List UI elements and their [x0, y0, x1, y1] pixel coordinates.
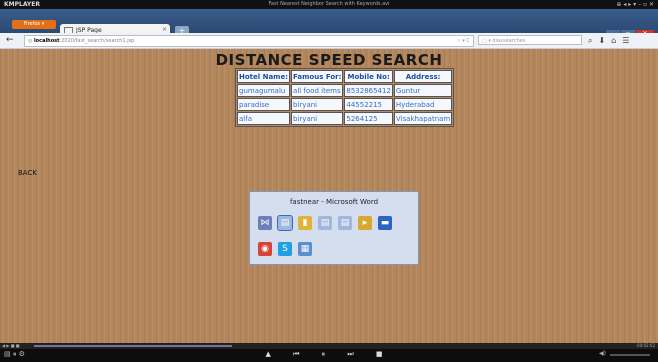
chrome-icon[interactable]: ◉: [258, 242, 272, 256]
switcher-row: ⋈ ▤ ▮ ▤ ▤ ▸ ▬: [258, 215, 392, 231]
folder-icon[interactable]: ▮: [298, 216, 312, 230]
column-header: Famous For:: [291, 70, 344, 83]
player-title-bar: KMPLAYER Fast Nearest Neighbor Search wi…: [0, 0, 658, 9]
volume-slider[interactable]: [610, 354, 650, 356]
table-cell: Guntur: [393, 84, 453, 97]
table-cell: gumagumalu: [237, 84, 291, 97]
back-link[interactable]: BACK: [18, 169, 37, 177]
screenshot-app-icon[interactable]: ▦: [298, 242, 312, 256]
back-arrow-icon[interactable]: ←: [6, 35, 14, 46]
bowtie-app-icon[interactable]: ⋈: [258, 216, 272, 230]
table-cell: biryani: [291, 98, 344, 111]
column-header: Mobile No:: [344, 70, 393, 83]
document-window-icon-3[interactable]: ▤: [338, 216, 352, 230]
table-row: paradise biryani 44552215 Hyderabad: [237, 98, 453, 111]
seek-progress: [34, 345, 232, 347]
page-content: DISTANCE SPEED SEARCH Hotel Name: Famous…: [0, 49, 658, 343]
monitor-icon[interactable]: ▬: [378, 216, 392, 230]
table-cell: 8532865412: [344, 84, 393, 97]
window-switcher: fastnear - Microsoft Word ⋈ ▤ ▮ ▤ ▤ ▸ ▬ ◉ S ▦: [249, 191, 419, 265]
table-cell: 5264125: [344, 112, 393, 125]
page-title: DISTANCE SPEED SEARCH: [215, 51, 443, 69]
tab-close-icon[interactable]: ×: [162, 26, 167, 33]
document-window-icon-2[interactable]: ▤: [318, 216, 332, 230]
player-window-controls[interactable]: ⊕ ◂ ▸ ▾ – ▫ ✕: [616, 0, 654, 9]
switcher-row: ◉ S ▦: [258, 242, 312, 256]
search-input[interactable]: ▢ ▾ diaxsearches: [478, 35, 582, 45]
column-header: Hotel Name:: [237, 70, 291, 83]
switcher-title: fastnear - Microsoft Word: [289, 198, 379, 206]
skype-icon[interactable]: S: [278, 242, 292, 256]
transport-bar: ▤ ⏸ ⚙ ▲ ⏮ ⏸ ⏭ ■ ◀): [0, 349, 658, 362]
browser-tab-bar: Firefox ▾ JSP Page × + –▫✕: [0, 9, 658, 38]
table-cell: 44552215: [344, 98, 393, 111]
table-cell: alfa: [237, 112, 291, 125]
results-table: Hotel Name: Famous For: Mobile No: Addre…: [235, 68, 455, 127]
url-path: :2020/fast_search/search1.jsp: [59, 38, 135, 44]
table-row: gumagumalu all food items 8532865412 Gun…: [237, 84, 453, 97]
document-window-icon[interactable]: ▤: [277, 215, 293, 231]
playback-controls[interactable]: ▲ ⏮ ⏸ ⏭ ■: [0, 350, 658, 359]
folder-arrow-icon[interactable]: ▸: [358, 216, 372, 230]
column-header: Address:: [393, 70, 453, 83]
table-cell: Hyderabad: [393, 98, 453, 111]
table-row: alfa biryani 5264125 Visakhapatnam: [237, 112, 453, 125]
volume-icon[interactable]: ◀): [599, 350, 606, 357]
toolbar-icons[interactable]: ⌕⬇⌂☰: [588, 35, 635, 46]
table-header-row: Hotel Name: Famous For: Mobile No: Addre…: [237, 70, 453, 83]
globe-icon: ◎: [28, 38, 33, 44]
url-host: localhost: [33, 38, 60, 44]
table-cell: paradise: [237, 98, 291, 111]
table-cell: biryani: [291, 112, 344, 125]
url-tools[interactable]: ☆ ▾ C: [456, 36, 470, 46]
navigation-bar: ← ◎ localhost:2020/fast_search/search1.j…: [0, 33, 658, 49]
firefox-menu-button[interactable]: Firefox ▾: [12, 20, 56, 29]
url-bar[interactable]: ◎ localhost:2020/fast_search/search1.jsp…: [24, 35, 474, 47]
table-cell: all food items: [291, 84, 344, 97]
player-title: Fast Nearest Neighbor Search with Keywor…: [268, 1, 390, 7]
table-cell: Visakhapatnam: [393, 112, 453, 125]
